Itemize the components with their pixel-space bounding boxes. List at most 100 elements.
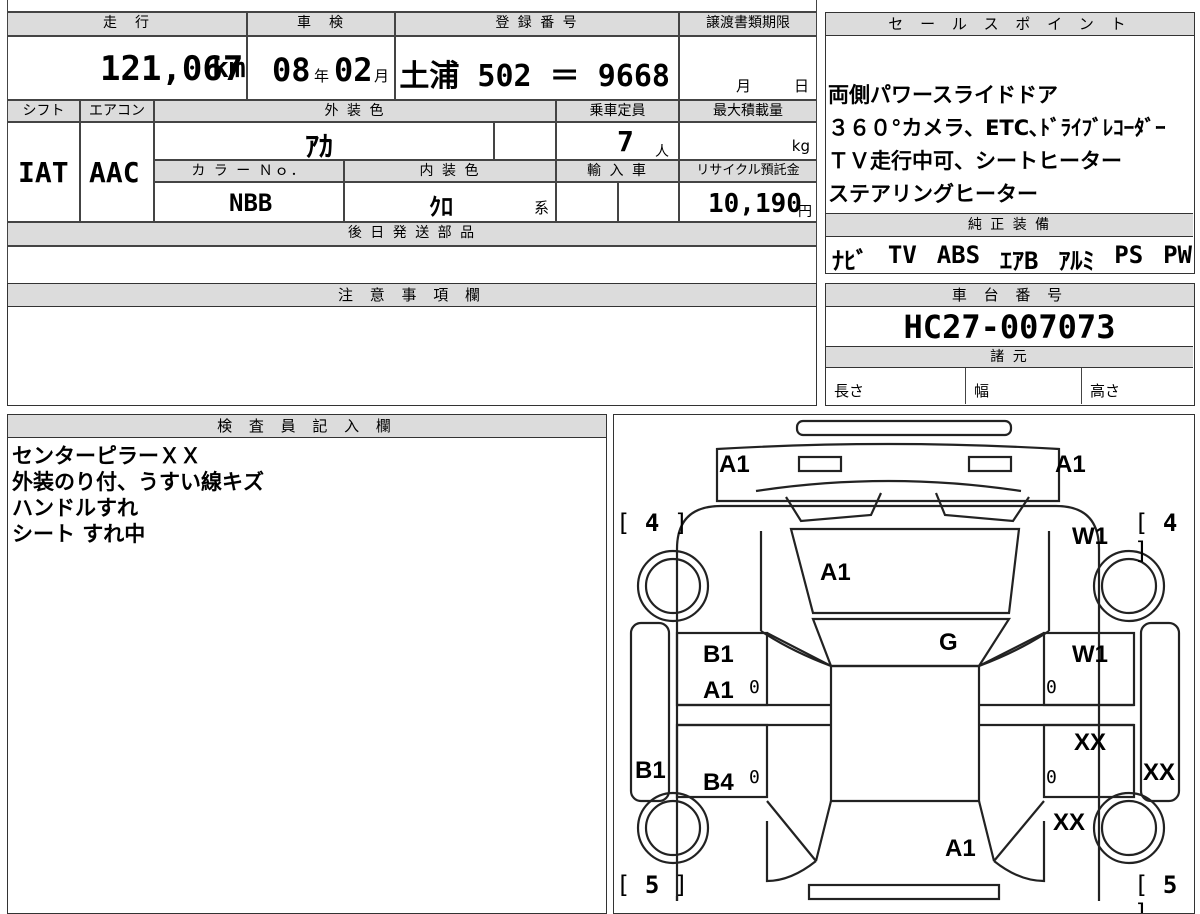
mark-fender-right: W1 bbox=[1072, 523, 1108, 550]
mark-rear: A1 bbox=[945, 835, 976, 862]
interior-color-value: ｸﾛ bbox=[429, 193, 453, 221]
notes-panel: 注 意 事 項 欄 bbox=[7, 283, 817, 406]
zero-marker: 0 bbox=[749, 677, 760, 698]
inspector-panel: 検 査 員 記 入 欄 センターピラーＸＸ 外装のり付、うすい線キズ ハンドルす… bbox=[7, 414, 607, 914]
remark-line: センターピラーＸＸ bbox=[12, 444, 201, 468]
shift-value: IAT bbox=[18, 156, 69, 189]
interior-color-cell: ｸﾛ 系 bbox=[344, 182, 556, 222]
max-load-cell: kg bbox=[679, 122, 817, 160]
standard-equipment-header: 純 正 装 備 bbox=[826, 213, 1193, 237]
specs-header: 諸 元 bbox=[826, 346, 1193, 368]
spec-height: 高さ bbox=[1082, 368, 1193, 404]
sales-point-line: ステアリングヒーター bbox=[828, 182, 1038, 206]
sales-points-list: 両側パワースライドドア ３６０°カメラ、ETC､ﾄﾞﾗｲﾌﾞﾚｺｰﾀﾞｰ ＴＶ走… bbox=[828, 79, 1166, 211]
shift-cell: IAT bbox=[7, 122, 80, 222]
bracket-close: ] bbox=[1134, 537, 1149, 565]
spec-height-label: 高さ bbox=[1090, 382, 1121, 400]
equipment-item: ｴｱB bbox=[999, 247, 1039, 275]
import-cell-a bbox=[556, 182, 618, 222]
inspector-remarks: センターピラーＸＸ 外装のり付、うすい線キズ ハンドルすれ シート すれ中 bbox=[12, 443, 264, 547]
capacity-unit: 人 bbox=[655, 144, 669, 160]
remark-line: シート すれ中 bbox=[12, 522, 146, 546]
chassis-panel: 車 台 番 号 HC27-007073 諸 元 長さ 幅 高さ bbox=[825, 283, 1195, 406]
later-parts-cell bbox=[7, 246, 817, 286]
inspection-month: 02 bbox=[334, 51, 373, 89]
tire-front-right-value: 4 bbox=[1162, 509, 1178, 537]
top-strip bbox=[7, 0, 817, 12]
recycle-cell: 10,190 円 bbox=[679, 182, 817, 222]
mileage-header: 走 行 bbox=[7, 12, 247, 36]
import-header: 輸 入 車 bbox=[556, 160, 679, 182]
deadline-month-unit: 月 bbox=[736, 77, 752, 95]
sales-points-header: セ ー ル ス ポ イ ン ト bbox=[826, 13, 1194, 36]
mark-rear-door-right: XX bbox=[1074, 729, 1107, 756]
zero-marker: 0 bbox=[749, 767, 760, 788]
bracket-open: [ bbox=[616, 509, 631, 537]
equipment-item: ABS bbox=[936, 241, 981, 269]
color-no-header: カ ラ ー Ｎｏ． bbox=[154, 160, 344, 182]
inspection-year-unit: 年 bbox=[314, 67, 330, 85]
spec-width-label: 幅 bbox=[974, 382, 990, 400]
equipment-item: TV bbox=[887, 241, 917, 269]
equipment-item: PW bbox=[1163, 241, 1192, 269]
equipment-item: ｱﾙﾐ bbox=[1058, 247, 1095, 275]
inspection-year: 08 bbox=[272, 51, 311, 89]
mark-front-left: A1 bbox=[719, 451, 750, 478]
equipment-item: ﾅﾋﾞ bbox=[832, 247, 868, 275]
exterior-color-value: ｱｶ bbox=[305, 130, 334, 163]
capacity-header: 乗車定員 bbox=[556, 100, 679, 122]
notes-header: 注 意 事 項 欄 bbox=[8, 284, 816, 307]
mark-rear-door-left: B4 bbox=[703, 769, 734, 796]
zero-marker: 0 bbox=[1046, 677, 1057, 698]
mark-hood: A1 bbox=[820, 559, 851, 586]
max-load-header: 最大積載量 bbox=[679, 100, 817, 122]
inspector-header: 検 査 員 記 入 欄 bbox=[8, 415, 606, 438]
inspection-month-unit: 月 bbox=[374, 67, 390, 85]
shift-header: シフト bbox=[7, 100, 80, 122]
tire-rear-left: [ 5 ] bbox=[616, 871, 688, 899]
import-cell-b bbox=[618, 182, 679, 222]
ac-header: エアコン bbox=[80, 100, 154, 122]
interior-suffix: 系 bbox=[533, 199, 549, 217]
zero-marker: 0 bbox=[1046, 767, 1057, 788]
bracket-close: ] bbox=[673, 509, 689, 537]
mark-front-right: A1 bbox=[1055, 451, 1086, 478]
exterior-color-header: 外 装 色 bbox=[154, 100, 556, 122]
bracket-close: ] bbox=[1134, 899, 1149, 914]
inspection-header: 車 検 bbox=[247, 12, 395, 36]
bracket-open: [ bbox=[1134, 509, 1149, 537]
interior-color-header: 内 装 色 bbox=[344, 160, 556, 182]
mark-rocker-left: B1 bbox=[635, 757, 666, 784]
mark-roof: G bbox=[939, 629, 958, 656]
vehicle-info-table: 走 行 車 検 登 録 番 号 譲渡書類期限 121,067 km 08 年 0… bbox=[7, 0, 817, 286]
car-diagram-panel: A1 A1 A1 G W1 W1 B1 A1 B1 B4 XX XX XX A1… bbox=[613, 414, 1195, 914]
spec-width: 幅 bbox=[966, 368, 1082, 404]
spec-length: 長さ bbox=[826, 368, 966, 404]
tire-rear-right: [ 5 ] bbox=[1134, 871, 1194, 914]
registration-cell: 土浦 502 ＝ 9668 bbox=[395, 36, 679, 100]
mileage-cell: 121,067 km bbox=[7, 36, 247, 100]
ac-cell: AAC bbox=[80, 122, 154, 222]
mark-rear-fender-right: XX bbox=[1053, 809, 1086, 836]
capacity-value: 7 bbox=[617, 125, 634, 158]
bracket-open: [ bbox=[616, 871, 631, 899]
color-no-cell: NBB bbox=[154, 182, 344, 222]
bracket-close: ] bbox=[673, 871, 689, 899]
registration-header: 登 録 番 号 bbox=[395, 12, 679, 36]
chassis-number: HC27-007073 bbox=[903, 308, 1116, 346]
recycle-header: リサイクル預託金 bbox=[679, 160, 817, 182]
tire-front-right: [ 4 ] bbox=[1134, 509, 1194, 565]
spec-length-label: 長さ bbox=[834, 382, 865, 400]
registration-value: 土浦 502 ＝ 9668 bbox=[399, 59, 670, 94]
chassis-header: 車 台 番 号 bbox=[826, 284, 1194, 307]
deadline-cell: 月 日 bbox=[679, 36, 817, 100]
max-load-unit: kg bbox=[791, 137, 810, 155]
equipment-item: PS bbox=[1114, 241, 1144, 269]
inspection-cell: 08 年 02 月 bbox=[247, 36, 395, 100]
recycle-unit: 円 bbox=[798, 204, 812, 220]
remark-line: 外装のり付、うすい線キズ bbox=[12, 470, 264, 494]
mark-front-door-left-bottom: A1 bbox=[703, 677, 734, 704]
sales-point-line: 両側パワースライドドア bbox=[828, 83, 1058, 107]
mileage-unit: km bbox=[212, 51, 246, 84]
sales-point-line: ３６０°カメラ、ETC､ﾄﾞﾗｲﾌﾞﾚｺｰﾀﾞｰ bbox=[828, 116, 1166, 140]
